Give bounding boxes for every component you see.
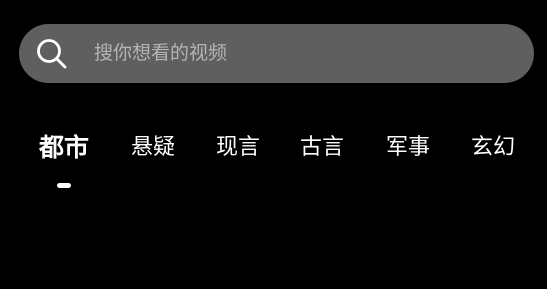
tab-label-xianyan: 现言 [215, 135, 260, 160]
search-icon[interactable] [36, 38, 68, 70]
search-input[interactable] [94, 42, 494, 64]
tab-label-guyan: 古言 [299, 135, 344, 160]
tab-label-xuanhuan: 玄幻 [470, 135, 515, 160]
tab-xuanyi[interactable]: 悬疑 [129, 126, 177, 170]
tab-label-xuanyi: 悬疑 [130, 135, 175, 160]
tab-dushi[interactable]: 都市 [37, 126, 91, 170]
active-tab-indicator [57, 183, 71, 188]
tab-label-junshi: 军事 [385, 135, 430, 160]
tab-label-dushi: 都市 [38, 133, 89, 162]
tab-xianyan[interactable]: 现言 [214, 126, 262, 170]
category-tabs: 都市 悬疑 现言 古言 军事 玄幻 [0, 126, 547, 196]
tab-guyan[interactable]: 古言 [298, 126, 346, 170]
tab-junshi[interactable]: 军事 [384, 126, 432, 170]
tab-xuanhuan[interactable]: 玄幻 [469, 126, 517, 170]
